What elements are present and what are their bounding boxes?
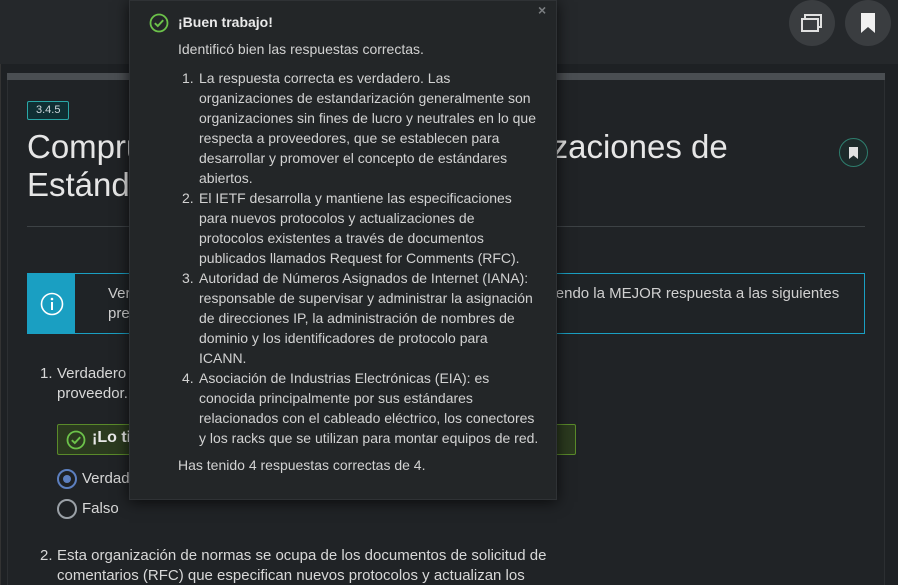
section-tag: 3.4.5 (27, 101, 70, 120)
section-bookmark-button[interactable] (839, 138, 868, 167)
item-line: conocida principalmente por sus estándar… (199, 390, 473, 406)
item-line: desarrollar y promover el concepto de es… (199, 150, 508, 166)
radio-unselected[interactable] (57, 499, 77, 519)
item-line: publicados llamados Request for Comments… (199, 250, 520, 266)
bookmark-icon (849, 146, 858, 159)
question-text-line2: proveedor. (57, 385, 128, 402)
popup-score: Has tenido 4 respuestas correctas de 4. (178, 457, 426, 473)
item-line: responsable de supervisar y administrar … (199, 290, 533, 306)
popup-answer-item: 2. El IETF desarrolla y mantiene las esp… (179, 188, 539, 268)
item-line: El IETF desarrolla y mantiene las especi… (199, 190, 512, 206)
popup-answer-list: 1. La respuesta correcta es verdadero. L… (179, 68, 539, 448)
windows-icon (801, 14, 822, 32)
question-text: Esta organización de normas se ocupa de … (57, 546, 546, 585)
item-line: relacionados con el cableado eléctrico, … (199, 410, 535, 426)
info-icon (40, 292, 63, 315)
item-line: y los racks que se utilizan para montar … (199, 430, 539, 446)
item-line: de direcciones IP, la administración de … (199, 310, 515, 326)
item-line: para nuevos protocolos y actualizaciones… (199, 210, 475, 226)
info-icon-cell (28, 274, 75, 333)
item-number: 1. (182, 70, 194, 86)
item-line: Autoridad de Números Asignados de Intern… (199, 270, 529, 286)
bookmark-button[interactable] (845, 0, 891, 46)
question-number: 2. (40, 547, 53, 564)
item-line: protocolos existentes a través de docume… (199, 230, 484, 246)
popup-intro: Identificó bien las respuestas correctas… (178, 41, 424, 57)
question-number: 1. (40, 365, 53, 382)
windows-button[interactable] (789, 0, 835, 46)
check-circle-icon (66, 430, 86, 450)
popup-title: ¡Buen trabajo! (178, 14, 273, 30)
item-line: respecta a proveedores, que se establece… (199, 130, 500, 146)
item-line: organizaciones de estandarización genera… (199, 90, 531, 106)
feedback-popup: × ¡Buen trabajo! Identificó bien las res… (129, 0, 557, 500)
option-label: Falso (82, 500, 119, 517)
item-line: abiertos. (199, 170, 253, 186)
item-number: 3. (182, 270, 194, 286)
item-number: 4. (182, 370, 194, 386)
item-line: organizaciones sin fines de lucro y neut… (199, 110, 536, 126)
popup-answer-item: 1. La respuesta correcta es verdadero. L… (179, 68, 539, 188)
item-line: Asociación de Industrias Electrónicas (E… (199, 370, 490, 386)
question-text-line2: comentarios (RFC) que especifican nuevos… (57, 567, 525, 584)
close-icon[interactable]: × (538, 2, 546, 18)
item-number: 2. (182, 190, 194, 206)
item-line: dominio y los identificadores de protoco… (199, 330, 488, 346)
check-circle-icon (149, 13, 169, 33)
item-line: La respuesta correcta es verdadero. Las (199, 70, 451, 86)
radio-selected[interactable] (57, 469, 77, 489)
question-text-line1: Esta organización de normas se ocupa de … (57, 547, 547, 564)
popup-answer-item: 3. Autoridad de Números Asignados de Int… (179, 268, 539, 368)
item-line: ICANN. (199, 350, 247, 366)
bookmark-icon (861, 13, 875, 33)
popup-answer-item: 4. Asociación de Industrias Electrónicas… (179, 368, 539, 448)
